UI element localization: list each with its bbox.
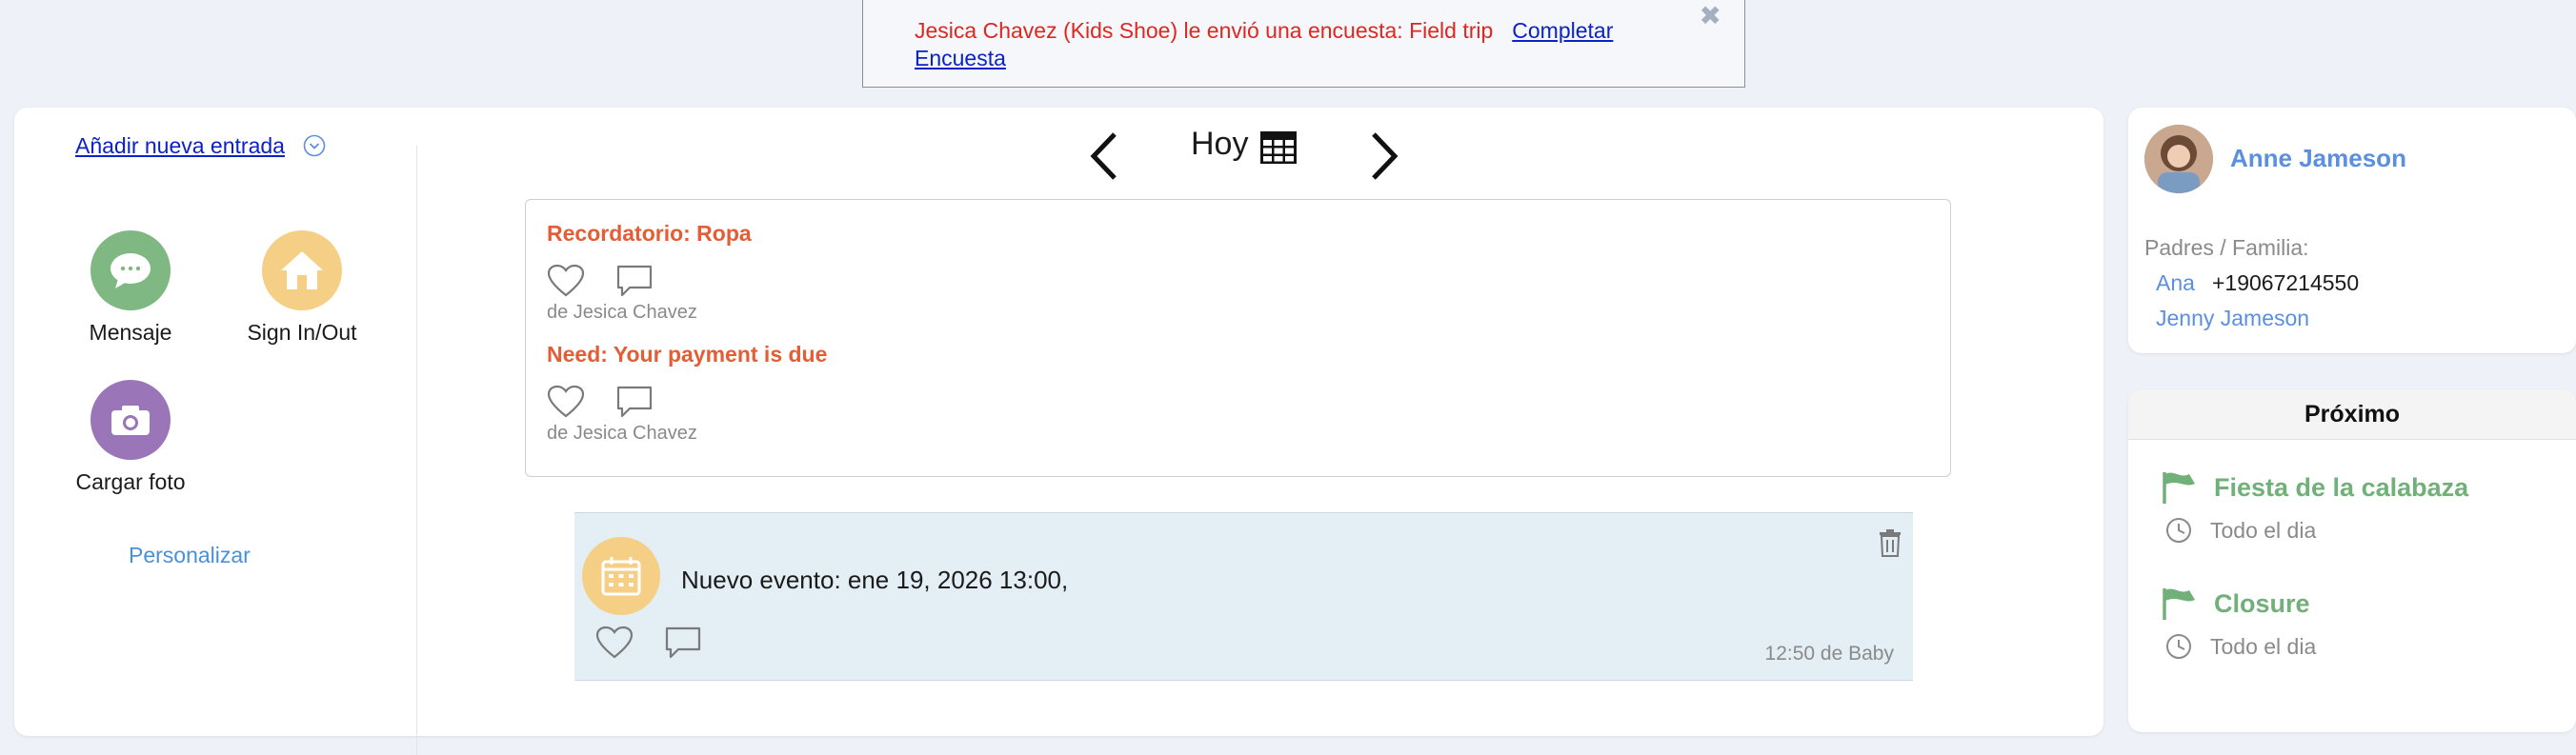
- reminder-item: Need: Your payment is due de Jesica Chav…: [547, 342, 827, 445]
- sign-in-out-action[interactable]: Sign In/Out: [216, 230, 388, 346]
- comment-icon[interactable]: [615, 264, 654, 298]
- family-label: Padres / Familia:: [2144, 235, 2309, 260]
- reminder-title: Recordatorio: Ropa: [547, 221, 752, 246]
- camera-icon: [91, 380, 171, 460]
- reminder-author: de Jesica Chavez: [547, 423, 697, 444]
- chevron-right-icon[interactable]: [1364, 129, 1402, 184]
- clock-icon: [2166, 518, 2191, 543]
- reminder-title: Need: Your payment is due: [547, 342, 828, 367]
- event-timestamp: 12:50 de Baby: [1764, 643, 1894, 665]
- chevron-left-icon[interactable]: [1086, 129, 1124, 184]
- heart-icon[interactable]: [547, 264, 585, 298]
- event-entry: Nuevo evento: ene 19, 2026 13:00, 12:50 …: [574, 512, 1913, 681]
- heart-icon[interactable]: [547, 385, 585, 419]
- personalize-link[interactable]: Personalizar: [129, 543, 251, 568]
- reminder-item: Recordatorio: Ropa de Jesica Chavez: [547, 221, 752, 324]
- entry-actions-panel: Añadir nueva entrada Mensaje Sign In/Out…: [14, 108, 416, 736]
- date-label: Hoy: [1191, 126, 1249, 162]
- add-entry-link[interactable]: Añadir nueva entrada: [75, 133, 285, 159]
- survey-notification-banner: Jesica Chavez (Kids Shoe) le envió una e…: [862, 0, 1745, 88]
- upcoming-item-time: Todo el dia: [2210, 517, 2317, 543]
- chat-bubble-icon: [91, 230, 171, 310]
- calendar-grid-icon[interactable]: [1259, 130, 1298, 165]
- heart-icon[interactable]: [595, 626, 634, 660]
- upcoming-events-card: Próximo Fiesta de la calabaza Todo el di…: [2128, 389, 2576, 732]
- reminders-box: Recordatorio: Ropa de Jesica Chavez Need…: [525, 199, 1951, 477]
- upload-photo-action[interactable]: Cargar foto: [45, 380, 216, 495]
- upcoming-item-title: Closure: [2214, 588, 2310, 618]
- event-description: Nuevo evento: ene 19, 2026 13:00,: [681, 566, 1069, 594]
- column-divider: [416, 146, 417, 755]
- message-action[interactable]: Mensaje: [45, 230, 216, 346]
- chevron-down-icon[interactable]: [303, 134, 326, 157]
- upcoming-item[interactable]: Fiesta de la calabaza Todo el dia: [2161, 470, 2468, 545]
- child-name-link[interactable]: Anne Jameson: [2230, 144, 2406, 173]
- parent-name-link[interactable]: Jenny Jameson: [2156, 306, 2309, 331]
- upcoming-item[interactable]: Closure Todo el dia: [2161, 586, 2316, 661]
- banner-message: Jesica Chavez (Kids Shoe) le envió una e…: [915, 18, 1494, 43]
- message-action-label: Mensaje: [89, 320, 172, 345]
- child-profile-card: Anne Jameson Padres / Familia: Ana +1906…: [2128, 108, 2576, 353]
- flag-icon: [2163, 472, 2195, 504]
- upload-photo-label: Cargar foto: [75, 469, 186, 494]
- parent-name-link[interactable]: Ana: [2156, 270, 2195, 296]
- comment-icon[interactable]: [615, 385, 654, 419]
- avatar[interactable]: [2144, 125, 2213, 193]
- close-icon[interactable]: ✖: [1700, 2, 1721, 30]
- sign-in-out-label: Sign In/Out: [247, 320, 357, 345]
- flag-icon: [2163, 588, 2195, 620]
- upcoming-item-title: Fiesta de la calabaza: [2214, 472, 2469, 502]
- trash-icon[interactable]: [1879, 528, 1902, 557]
- calendar-icon: [582, 537, 660, 615]
- reminder-author: de Jesica Chavez: [547, 302, 697, 323]
- house-icon: [262, 230, 342, 310]
- clock-icon: [2166, 634, 2191, 659]
- parent-phone: +19067214550: [2212, 270, 2360, 295]
- comment-icon[interactable]: [664, 626, 702, 660]
- upcoming-item-time: Todo el dia: [2210, 633, 2317, 659]
- upcoming-title: Próximo: [2128, 389, 2576, 440]
- feed-card: Añadir nueva entrada Mensaje Sign In/Out…: [14, 108, 2103, 755]
